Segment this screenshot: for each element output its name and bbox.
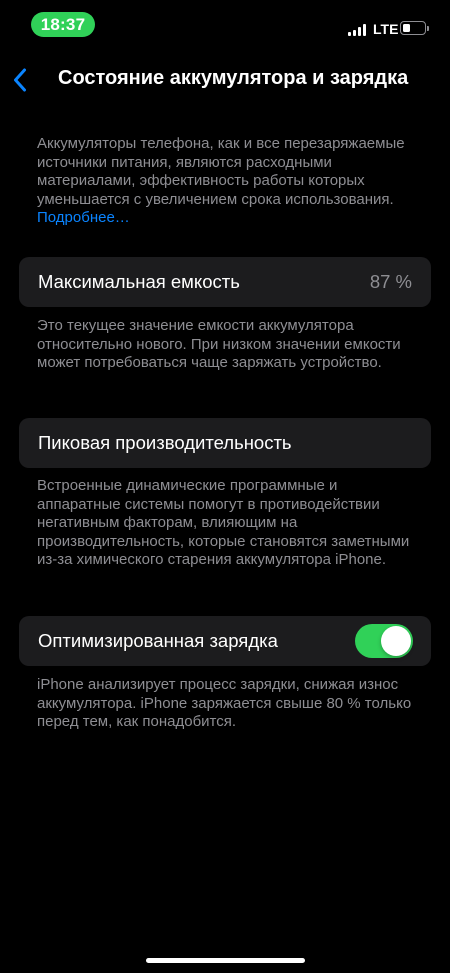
- max-capacity-label: Максимальная емкость: [38, 271, 240, 292]
- network-type: LTE: [373, 21, 399, 37]
- intro-description: Аккумуляторы телефона, как и все перезар…: [37, 135, 405, 208]
- optimized-charging-footnote: iPhone анализирует процесс зарядки, сниж…: [37, 676, 412, 730]
- back-button[interactable]: [8, 64, 32, 96]
- status-bar: 18:37 LTE: [0, 0, 450, 48]
- peak-performance-label: Пиковая производительность: [38, 432, 292, 453]
- max-capacity-row: Максимальная емкость 87 %: [19, 257, 431, 307]
- status-time[interactable]: 18:37: [31, 12, 95, 37]
- optimized-charging-row: Оптимизированная зарядка: [19, 616, 431, 666]
- optimized-charging-label: Оптимизированная зарядка: [38, 630, 278, 651]
- max-capacity-value: 87 %: [369, 271, 412, 292]
- battery-icon: [400, 21, 429, 35]
- cellular-signal-icon: [348, 24, 370, 36]
- home-indicator[interactable]: [146, 958, 305, 963]
- toggle-knob: [381, 626, 411, 656]
- chevron-left-icon: [14, 68, 26, 92]
- page-title: Состояние аккумулятора и зарядка: [58, 67, 409, 89]
- peak-performance-row: Пиковая производительность: [19, 418, 431, 468]
- learn-more-link[interactable]: Подробнее…: [37, 209, 130, 226]
- max-capacity-footnote: Это текущее значение емкости аккумулятор…: [37, 317, 401, 371]
- intro-text: Аккумуляторы телефона, как и все перезар…: [37, 135, 419, 228]
- peak-performance-footnote: Встроенные динамические программные и ап…: [37, 477, 410, 568]
- optimized-charging-toggle[interactable]: [355, 624, 413, 658]
